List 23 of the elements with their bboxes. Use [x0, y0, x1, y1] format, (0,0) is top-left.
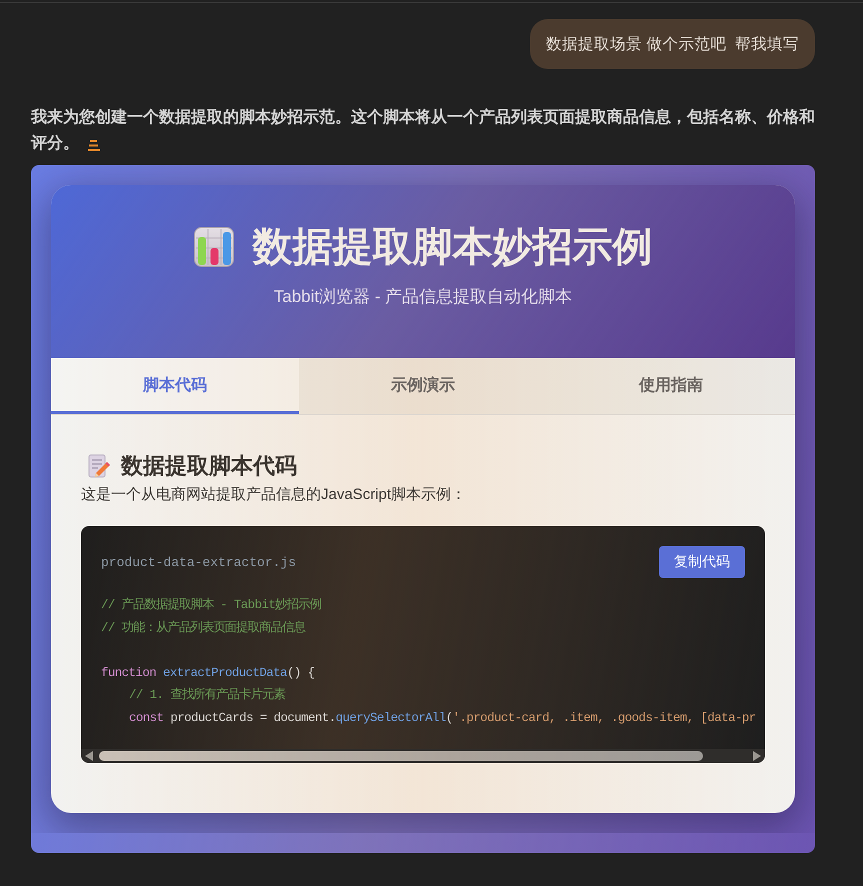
file-name: product-data-extractor.js [101, 554, 296, 570]
scroll-left-icon[interactable] [85, 751, 93, 761]
scrollbar-thumb[interactable] [99, 751, 703, 761]
page-subtitle: Tabbit浏览器 - 产品信息提取自动化脚本 [274, 286, 572, 308]
assistant-message: 评分。 [31, 134, 79, 154]
bar-chart-icon [194, 227, 234, 267]
scroll-right-icon[interactable] [753, 751, 761, 761]
code-line: // 功能：从产品列表页面提取商品信息 [101, 620, 305, 636]
tab[interactable]: 示例演示 [299, 358, 547, 414]
code-line: // 产品数据提取脚本 - Tabbit妙招示例 [101, 596, 322, 614]
code-line: function extractProductData() { [101, 664, 314, 682]
code-line: // 1. 查找所有产品卡片元素 [129, 686, 285, 704]
assistant-message: 我来为您创建一个数据提取的脚本妙招示范。这个脚本将从一个产品列表页面提取商品信息，包括名称、价格和 [31, 107, 815, 128]
page-title: 数据提取脚本妙招示例 [252, 224, 652, 271]
code-line: const productCards = document.querySelectorAll('.product-card, .item, .goods-item, [data-pr [129, 710, 756, 726]
copy-button[interactable]: 复制代码 [659, 546, 745, 578]
section-heading: 数据提取脚本代码 [121, 453, 297, 479]
tab[interactable]: 使用指南 [547, 358, 795, 414]
section-description: 这是一个从电商网站提取产品信息的JavaScript脚本示例： [81, 485, 468, 505]
memo-pencil-icon [87, 454, 111, 478]
tab[interactable]: 脚本代码 [51, 358, 299, 414]
stacked-lines-icon [88, 140, 100, 150]
user-message: 数据提取场景 做个示范吧 帮我填写 [530, 19, 815, 69]
